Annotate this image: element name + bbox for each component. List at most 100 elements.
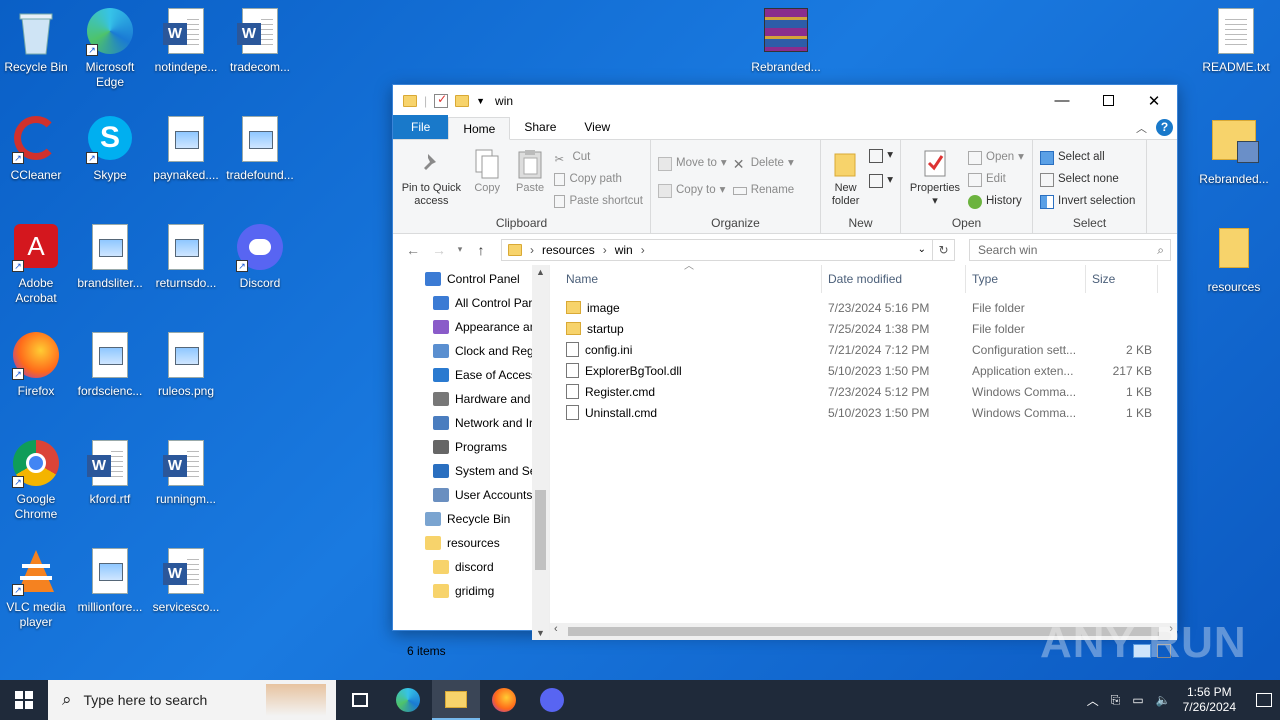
properties-quick-icon[interactable]: ✓ — [434, 92, 449, 108]
nav-item[interactable]: User Accounts — [393, 483, 549, 507]
task-view-icon[interactable] — [336, 680, 384, 720]
refresh-icon[interactable]: ↻ — [933, 238, 955, 261]
column-size[interactable]: Size — [1086, 265, 1158, 293]
tab-home[interactable]: Home — [448, 117, 511, 140]
nav-item[interactable]: Recycle Bin — [393, 507, 549, 531]
file-row[interactable]: ExplorerBgTool.dll 5/10/2023 1:50 PM Appli… — [560, 360, 1177, 381]
nav-item[interactable]: Control Panel — [393, 267, 549, 291]
desktop-icon[interactable]: Wnotindepe... — [150, 8, 222, 75]
open-button[interactable]: Open ▾ — [968, 148, 1024, 167]
tab-share[interactable]: Share — [510, 116, 570, 139]
show-hidden-icons-icon[interactable]: ︿ — [1087, 692, 1099, 709]
new-item-button[interactable]: ▾ — [869, 146, 893, 165]
network-device-icon[interactable]: ⎘ — [1111, 693, 1121, 708]
desktop-icon[interactable]: ruleos.png — [150, 332, 222, 399]
desktop-icon[interactable]: Rebranded... — [1198, 116, 1270, 187]
copy-to-button[interactable]: Copy to ▾ — [658, 181, 727, 200]
title-bar[interactable]: | ✓ ▼ win — ✕ — [393, 85, 1177, 116]
desktop-icon[interactable]: tradefound... — [224, 116, 296, 183]
move-to-button[interactable]: Move to ▾ — [658, 154, 727, 173]
nav-item[interactable]: gridimg — [393, 579, 549, 603]
file-explorer-taskbar-icon[interactable] — [432, 680, 480, 720]
new-folder-quick-icon[interactable] — [455, 94, 470, 107]
nav-item[interactable]: Clock and Regi — [393, 339, 549, 363]
desktop-icon[interactable]: brandsliter... — [74, 224, 146, 291]
delete-button[interactable]: ✕ Delete ▾ — [733, 154, 794, 173]
desktop-icon[interactable]: ↗ Microsoft Edge — [74, 8, 146, 90]
desktop-icon[interactable]: ↗ Discord — [224, 224, 296, 291]
breadcrumb-resources[interactable]: resources — [542, 243, 595, 257]
column-type[interactable]: Type — [966, 265, 1086, 293]
clock[interactable]: 1:56 PM 7/26/2024 — [1183, 685, 1236, 715]
forward-icon[interactable]: → — [429, 242, 449, 258]
desktop-icon[interactable]: Wtradecom... — [224, 8, 296, 75]
file-row[interactable]: config.ini 7/21/2024 7:12 PM Configuration… — [560, 339, 1177, 360]
desktop-icon[interactable]: returnsdo... — [150, 224, 222, 291]
desktop-icon[interactable]: Rebranded... — [750, 8, 822, 75]
volume-icon[interactable]: 🔈 — [1156, 693, 1171, 707]
select-all-button[interactable]: Select all — [1040, 148, 1135, 167]
nav-item[interactable]: Programs — [393, 435, 549, 459]
invert-selection-button[interactable]: Invert selection — [1040, 192, 1135, 211]
desktop-icon[interactable]: Recycle Bin — [0, 8, 72, 75]
file-row[interactable]: Uninstall.cmd 5/10/2023 1:50 PM Windows Co… — [560, 402, 1177, 423]
close-button[interactable]: ✕ — [1131, 85, 1177, 116]
cut-button[interactable]: ✂ Cut — [554, 148, 643, 167]
tab-view[interactable]: View — [570, 116, 624, 139]
easy-access-button[interactable]: ▾ — [869, 171, 893, 190]
help-icon[interactable]: ? — [1156, 119, 1173, 136]
file-row[interactable]: startup 7/25/2024 1:38 PM File folder — [560, 318, 1177, 339]
file-row[interactable]: image 7/23/2024 5:16 PM File folder — [560, 297, 1177, 318]
nav-item[interactable]: Ease of Access — [393, 363, 549, 387]
tab-file[interactable]: File — [393, 115, 449, 139]
search-input[interactable]: Search win ⌕ — [969, 238, 1171, 261]
nav-scrollbar-thumb[interactable] — [535, 490, 546, 570]
select-none-button[interactable]: Select none — [1040, 170, 1135, 189]
nav-item[interactable]: discord — [393, 555, 549, 579]
nav-item[interactable]: Network and Ir — [393, 411, 549, 435]
desktop-icon[interactable]: S ↗ Skype — [74, 116, 146, 183]
nav-item[interactable]: Appearance an — [393, 315, 549, 339]
desktop-icon[interactable]: A ↗ Adobe Acrobat — [0, 224, 72, 306]
desktop-icon[interactable]: fordscienc... — [74, 332, 146, 399]
notifications-icon[interactable] — [1256, 693, 1272, 707]
breadcrumb-win[interactable]: win — [615, 243, 633, 257]
nav-item[interactable]: All Control Par — [393, 291, 549, 315]
nav-scrollbar[interactable]: ▲ ▼ — [532, 265, 549, 640]
history-button[interactable]: History — [968, 192, 1024, 211]
desktop-icon[interactable]: Wkford.rtf — [74, 440, 146, 507]
desktop-icon[interactable]: Wservicesco... — [150, 548, 222, 615]
back-icon[interactable]: ← — [403, 242, 423, 258]
desktop-icon[interactable]: millionfore... — [74, 548, 146, 615]
desktop-icon[interactable]: ↗ VLC media player — [0, 548, 72, 630]
edit-button[interactable]: Edit — [968, 170, 1024, 189]
address-bar[interactable]: › resources › win › ⌄ — [501, 238, 933, 261]
recent-locations-icon[interactable]: ▾ — [455, 244, 465, 255]
paste-shortcut-button[interactable]: Paste shortcut — [554, 192, 643, 211]
firefox-taskbar-icon[interactable] — [480, 680, 528, 720]
address-dropdown-icon[interactable]: ⌄ — [918, 244, 926, 255]
customize-quick-access-icon[interactable]: ▼ — [476, 96, 485, 106]
desktop-icon[interactable]: ↗ Firefox — [0, 332, 72, 399]
desktop-icon[interactable]: Wrunningm... — [150, 440, 222, 507]
minimize-button[interactable]: — — [1039, 85, 1085, 116]
desktop-icon[interactable]: README.txt — [1200, 8, 1272, 75]
discord-taskbar-icon[interactable] — [528, 680, 576, 720]
file-row[interactable]: Register.cmd 7/23/2024 5:12 PM Windows Com… — [560, 381, 1177, 402]
desktop-icon[interactable]: paynaked.... — [150, 116, 222, 183]
collapse-ribbon-icon[interactable]: ︿ — [1136, 120, 1147, 136]
desktop-icon[interactable]: resources — [1198, 224, 1270, 295]
maximize-button[interactable] — [1085, 85, 1131, 116]
up-icon[interactable]: ↑ — [471, 242, 491, 258]
edge-taskbar-icon[interactable] — [384, 680, 432, 720]
taskbar-search-box[interactable]: ⌕ Type here to search — [48, 680, 336, 720]
nav-item[interactable]: System and Se — [393, 459, 549, 483]
desktop-icon[interactable]: ↗ Google Chrome — [0, 440, 72, 522]
desktop-icon[interactable]: ↗ CCleaner — [0, 116, 72, 183]
network-icon[interactable]: ▭ — [1132, 693, 1143, 707]
start-button[interactable] — [0, 680, 48, 720]
column-date-modified[interactable]: Date modified — [822, 265, 966, 293]
copy-path-button[interactable]: Copy path — [554, 170, 643, 189]
rename-button[interactable]: Rename — [732, 181, 794, 200]
nav-item[interactable]: resources — [393, 531, 549, 555]
